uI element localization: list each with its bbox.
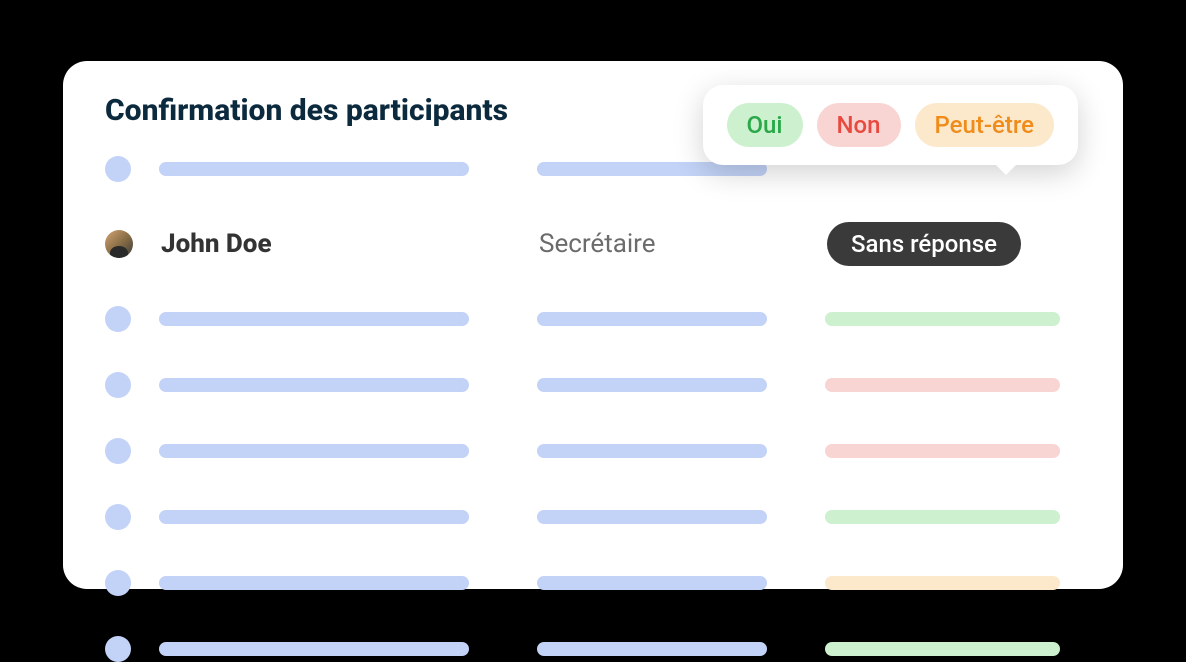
role-placeholder — [537, 642, 767, 656]
name-placeholder — [159, 312, 469, 326]
avatar-placeholder — [105, 156, 131, 182]
status-placeholder — [825, 510, 1060, 524]
avatar-placeholder — [105, 372, 131, 398]
name-placeholder — [159, 378, 469, 392]
name-placeholder — [159, 576, 469, 590]
status-popover: Oui Non Peut-être — [703, 85, 1079, 165]
option-maybe[interactable]: Peut-être — [915, 103, 1054, 147]
avatar-placeholder — [105, 570, 131, 596]
list-item — [105, 438, 1081, 464]
status-placeholder — [825, 576, 1060, 590]
option-no[interactable]: Non — [817, 103, 901, 147]
list-item — [105, 570, 1081, 596]
role-placeholder — [537, 576, 767, 590]
list-item — [105, 636, 1081, 662]
role-placeholder — [537, 312, 767, 326]
avatar — [105, 230, 133, 258]
name-placeholder — [159, 162, 469, 176]
role-placeholder — [537, 378, 767, 392]
avatar-placeholder — [105, 504, 131, 530]
list-item — [105, 504, 1081, 530]
participant-role: Secrétaire — [539, 229, 656, 259]
avatar-placeholder — [105, 438, 131, 464]
participant-name: John Doe — [161, 229, 272, 259]
list-item-active: John Doe Secrétaire Sans réponse — [105, 222, 1081, 266]
role-placeholder — [537, 510, 767, 524]
avatar-placeholder — [105, 636, 131, 662]
role-placeholder — [537, 444, 767, 458]
name-placeholder — [159, 444, 469, 458]
status-placeholder — [825, 378, 1060, 392]
status-badge[interactable]: Sans réponse — [827, 222, 1021, 266]
option-yes[interactable]: Oui — [727, 103, 803, 147]
status-placeholder — [825, 642, 1060, 656]
name-placeholder — [159, 510, 469, 524]
avatar-placeholder — [105, 306, 131, 332]
participants-card: Confirmation des participants John Doe S… — [63, 61, 1123, 589]
list-item — [105, 372, 1081, 398]
name-placeholder — [159, 642, 469, 656]
status-placeholder — [825, 444, 1060, 458]
list-item — [105, 306, 1081, 332]
participant-list: John Doe Secrétaire Sans réponse — [105, 156, 1081, 662]
status-placeholder — [825, 312, 1060, 326]
